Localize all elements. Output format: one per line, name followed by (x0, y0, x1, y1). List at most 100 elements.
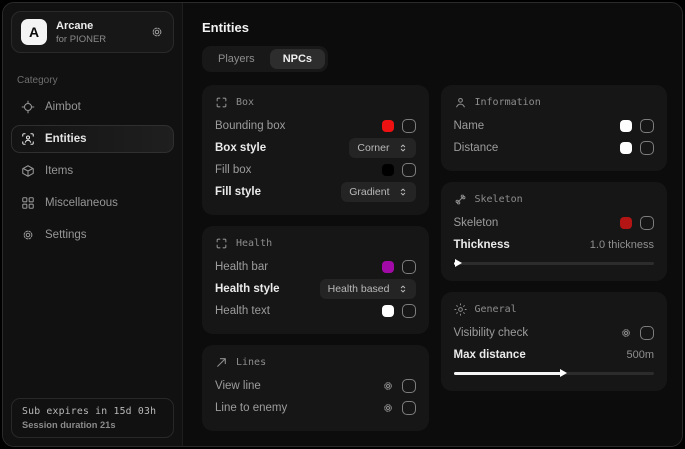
app-window: A Arcane for PIONER Category Aim (2, 2, 683, 447)
sidebar-item-items[interactable]: Items (11, 157, 174, 185)
setting-row: Distance (454, 137, 655, 159)
color-swatch[interactable] (620, 217, 632, 229)
checkbox[interactable] (640, 141, 654, 155)
left-column: Box Bounding box Box style Corner (202, 85, 429, 431)
setting-label: View line (215, 380, 261, 392)
gear-icon (21, 228, 35, 242)
page-title: Entities (202, 20, 667, 35)
setting-row: Health bar (215, 256, 416, 278)
setting-label: Health bar (215, 261, 268, 273)
color-swatch[interactable] (382, 305, 394, 317)
row-settings-gear-icon[interactable] (382, 402, 394, 414)
setting-label: Box style (215, 142, 266, 154)
color-swatch[interactable] (382, 164, 394, 176)
setting-row: Health style Health based (215, 278, 416, 300)
color-swatch[interactable] (620, 120, 632, 132)
setting-label: Skeleton (454, 217, 499, 229)
brand-logo: A (21, 19, 47, 45)
slider-value: 500m (626, 349, 654, 361)
checkbox[interactable] (640, 216, 654, 230)
row-settings-gear-icon[interactable] (382, 380, 394, 392)
color-swatch[interactable] (620, 142, 632, 154)
entity-scan-icon (21, 132, 35, 146)
unfold-icon (398, 187, 408, 197)
color-swatch[interactable] (382, 261, 394, 273)
checkbox[interactable] (402, 260, 416, 274)
corner-box-icon (215, 237, 228, 250)
sidebar-item-aimbot[interactable]: Aimbot (11, 93, 174, 121)
settings-grid: Box Bounding box Box style Corner (202, 85, 667, 431)
sub-expires-text: Sub expires in 15d 03h (22, 406, 163, 417)
row-settings-gear-icon[interactable] (620, 327, 632, 339)
slider-value: 1.0 thickness (590, 239, 654, 251)
checkbox[interactable] (402, 119, 416, 133)
box-card-header: Box (215, 96, 416, 109)
health-style-dropdown[interactable]: Health based (320, 279, 416, 299)
sidebar-item-label: Miscellaneous (45, 197, 118, 209)
box-card: Box Bounding box Box style Corner (202, 85, 429, 215)
card-title: Lines (236, 357, 266, 368)
tab-players[interactable]: Players (205, 49, 268, 69)
setting-label: Name (454, 120, 485, 132)
session-duration-text: Session duration 21s (22, 420, 163, 430)
slider-fill (454, 372, 562, 375)
setting-row: Line to enemy (215, 397, 416, 419)
setting-row: Fill style Gradient (215, 181, 416, 203)
color-swatch[interactable] (382, 120, 394, 132)
brand-text: Arcane for PIONER (56, 20, 106, 45)
subscription-status-card: Sub expires in 15d 03h Session duration … (11, 398, 174, 438)
checkbox[interactable] (402, 163, 416, 177)
skeleton-card-header: Skeleton (454, 193, 655, 206)
sidebar: A Arcane for PIONER Category Aim (3, 3, 183, 446)
information-card: Information Name Distance (441, 85, 668, 171)
setting-label: Health text (215, 305, 270, 317)
thickness-slider[interactable] (454, 258, 655, 269)
sidebar-item-settings[interactable]: Settings (11, 221, 174, 249)
setting-row: Name (454, 115, 655, 137)
sidebar-item-label: Entities (45, 133, 87, 145)
max-distance-slider[interactable] (454, 368, 655, 379)
card-title: Skeleton (475, 194, 523, 205)
setting-label: Distance (454, 142, 499, 154)
sidebar-item-miscellaneous[interactable]: Miscellaneous (11, 189, 174, 217)
setting-row: Visibility check (454, 322, 655, 344)
setting-row: Fill box (215, 159, 416, 181)
information-card-header: Information (454, 96, 655, 109)
setting-label: Health style (215, 283, 280, 295)
setting-row: Max distance 500m (454, 344, 655, 366)
brand-title: Arcane (56, 20, 106, 32)
setting-label: Line to enemy (215, 402, 287, 414)
diagonal-line-icon (215, 356, 228, 369)
unfold-icon (398, 143, 408, 153)
checkbox[interactable] (402, 401, 416, 415)
setting-label: Visibility check (454, 327, 529, 339)
sidebar-item-label: Settings (45, 229, 87, 241)
setting-row: Bounding box (215, 115, 416, 137)
setting-label: Fill box (215, 164, 251, 176)
gear-icon[interactable] (150, 25, 164, 39)
checkbox[interactable] (640, 119, 654, 133)
card-title: Box (236, 97, 254, 108)
card-title: Information (475, 97, 541, 108)
checkbox[interactable] (402, 379, 416, 393)
slider-handle[interactable] (455, 259, 462, 267)
box-style-dropdown[interactable]: Corner (349, 138, 415, 158)
crosshair-icon (21, 100, 35, 114)
sidebar-item-entities[interactable]: Entities (11, 125, 174, 153)
corner-box-icon (215, 96, 228, 109)
setting-label: Fill style (215, 186, 261, 198)
tab-npcs[interactable]: NPCs (270, 49, 325, 69)
entity-type-tabs: Players NPCs (202, 46, 328, 72)
fill-style-dropdown[interactable]: Gradient (341, 182, 415, 202)
slider-handle[interactable] (560, 369, 567, 377)
brand-subtitle: for PIONER (56, 34, 106, 45)
category-label: Category (17, 75, 168, 86)
unfold-icon (398, 284, 408, 294)
setting-row: Skeleton (454, 212, 655, 234)
checkbox[interactable] (640, 326, 654, 340)
checkbox[interactable] (402, 304, 416, 318)
dropdown-value: Corner (357, 142, 389, 154)
sidebar-item-label: Items (45, 165, 73, 177)
setting-row: View line (215, 375, 416, 397)
dropdown-value: Gradient (349, 186, 389, 198)
